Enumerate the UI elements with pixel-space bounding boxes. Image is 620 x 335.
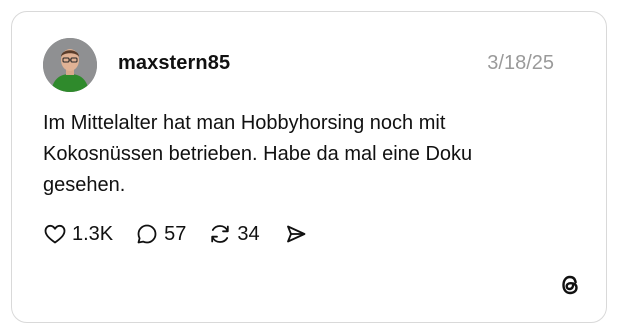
repost-button[interactable]: 34 <box>208 222 260 246</box>
like-count: 1.3K <box>72 222 114 245</box>
post-text: Im Mittelalter hat man Hobbyhorsing noch… <box>43 112 473 196</box>
avatar[interactable] <box>43 38 97 92</box>
like-button[interactable]: 1.3K <box>43 222 113 246</box>
avatar-image <box>43 38 97 92</box>
repost-count: 34 <box>237 222 260 245</box>
speech-bubble-icon <box>135 222 159 246</box>
post-actions: 1.3K 57 34 <box>43 220 308 248</box>
post-card: maxstern85 3/18/25 Im Mittelalter hat ma… <box>11 11 607 323</box>
post-date: 3/18/25 <box>487 52 554 74</box>
heart-icon <box>43 222 67 246</box>
repost-arrows-icon <box>208 222 232 246</box>
reply-button[interactable]: 57 <box>135 222 186 246</box>
send-icon[interactable] <box>284 222 308 246</box>
reply-count: 57 <box>164 222 187 245</box>
username[interactable]: maxstern85 <box>118 52 230 75</box>
threads-logo-icon[interactable] <box>557 272 583 298</box>
